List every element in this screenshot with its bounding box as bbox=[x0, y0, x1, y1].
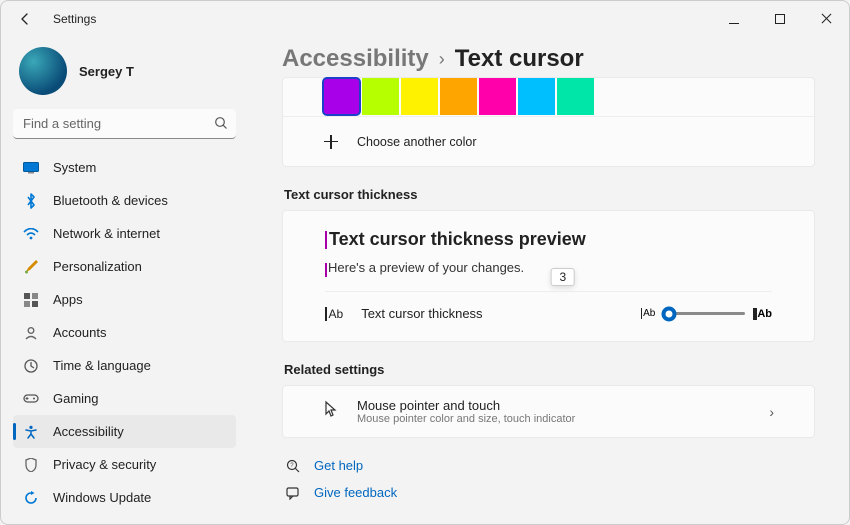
sidebar-item-label: Network & internet bbox=[53, 226, 160, 241]
color-swatch-yellow[interactable] bbox=[401, 78, 438, 115]
thickness-slider-row: Ab Text cursor thickness Ab Ab 3 bbox=[325, 291, 772, 337]
thickness-slider[interactable] bbox=[663, 312, 745, 315]
svg-text:?: ? bbox=[290, 463, 294, 469]
user-name: Sergey T bbox=[79, 64, 134, 79]
sidebar-item-personalization[interactable]: Personalization bbox=[13, 250, 236, 283]
sidebar-item-label: Accounts bbox=[53, 325, 106, 340]
sidebar-item-label: Gaming bbox=[53, 391, 99, 406]
sidebar-item-label: Bluetooth & devices bbox=[53, 193, 168, 208]
thickness-card: Text cursor thickness preview Here's a p… bbox=[282, 210, 815, 342]
text-cursor-icon bbox=[325, 263, 327, 277]
slider-thumb[interactable] bbox=[662, 306, 677, 321]
give-feedback-link[interactable]: Give feedback bbox=[282, 479, 815, 506]
sidebar-item-privacy[interactable]: Privacy & security bbox=[13, 448, 236, 481]
apps-icon bbox=[23, 292, 39, 308]
sidebar-item-time[interactable]: Time & language bbox=[13, 349, 236, 382]
slider-label: Text cursor thickness bbox=[361, 306, 482, 321]
nav-list: System Bluetooth & devices Network & int… bbox=[13, 151, 236, 512]
sidebar-item-label: Privacy & security bbox=[53, 457, 156, 472]
color-swatch-purple[interactable] bbox=[323, 78, 360, 115]
sidebar-item-network[interactable]: Network & internet bbox=[13, 217, 236, 250]
plus-icon bbox=[323, 134, 339, 150]
preview-heading: Text cursor thickness preview bbox=[325, 229, 772, 250]
get-help-link[interactable]: ? Get help bbox=[282, 452, 815, 479]
title-bar: Settings bbox=[1, 1, 849, 37]
page-title: Text cursor bbox=[455, 45, 584, 73]
sidebar-item-label: Personalization bbox=[53, 259, 142, 274]
give-feedback-label: Give feedback bbox=[314, 485, 397, 500]
color-swatch-lime[interactable] bbox=[362, 78, 399, 115]
sidebar-item-gaming[interactable]: Gaming bbox=[13, 382, 236, 415]
sidebar-item-bluetooth[interactable]: Bluetooth & devices bbox=[13, 184, 236, 217]
back-button[interactable] bbox=[11, 5, 39, 33]
maximize-button[interactable] bbox=[757, 1, 803, 37]
search-input[interactable] bbox=[13, 109, 236, 139]
section-thickness-label: Text cursor thickness bbox=[284, 187, 815, 202]
color-swatch-row bbox=[283, 78, 814, 116]
color-swatch-magenta[interactable] bbox=[479, 78, 516, 115]
chevron-right-icon: › bbox=[769, 404, 774, 420]
related-title: Mouse pointer and touch bbox=[357, 398, 575, 413]
color-picker-card: Choose another color bbox=[282, 77, 815, 167]
avatar bbox=[19, 47, 67, 95]
shield-icon bbox=[23, 457, 39, 473]
color-swatch-orange[interactable] bbox=[440, 78, 477, 115]
mouse-pointer-link[interactable]: Mouse pointer and touch Mouse pointer co… bbox=[282, 385, 815, 438]
sidebar: Sergey T System Bluetooth & devices Netw… bbox=[1, 37, 248, 524]
search-icon bbox=[214, 116, 228, 133]
mouse-pointer-icon bbox=[323, 400, 341, 423]
sidebar-item-update[interactable]: Windows Update bbox=[13, 481, 236, 512]
slider-max-icon: Ab bbox=[753, 308, 772, 320]
color-swatch-cyan[interactable] bbox=[518, 78, 555, 115]
wifi-icon bbox=[23, 226, 39, 242]
window-title: Settings bbox=[53, 12, 96, 26]
clock-icon bbox=[23, 358, 39, 374]
sidebar-item-accounts[interactable]: Accounts bbox=[13, 316, 236, 349]
preview-body: Here's a preview of your changes. bbox=[325, 260, 772, 275]
sidebar-item-apps[interactable]: Apps bbox=[13, 283, 236, 316]
sidebar-item-system[interactable]: System bbox=[13, 151, 236, 184]
breadcrumb-parent[interactable]: Accessibility bbox=[282, 45, 429, 73]
close-button[interactable] bbox=[803, 1, 849, 37]
display-icon bbox=[23, 160, 39, 176]
slider-tooltip: 3 bbox=[550, 268, 575, 286]
sidebar-item-accessibility[interactable]: Accessibility bbox=[13, 415, 236, 448]
gamepad-icon bbox=[23, 391, 39, 407]
text-cursor-ab-icon: Ab bbox=[325, 307, 343, 321]
minimize-button[interactable] bbox=[711, 1, 757, 37]
breadcrumb: Accessibility › Text cursor bbox=[282, 37, 815, 77]
chevron-right-icon: › bbox=[439, 49, 445, 70]
sidebar-item-label: Accessibility bbox=[53, 424, 124, 439]
sync-icon bbox=[23, 490, 39, 506]
user-block[interactable]: Sergey T bbox=[13, 41, 236, 109]
color-swatch-teal[interactable] bbox=[557, 78, 594, 115]
get-help-label: Get help bbox=[314, 458, 363, 473]
sidebar-item-label: System bbox=[53, 160, 96, 175]
content-area: Accessibility › Text cursor Choose anoth… bbox=[248, 37, 849, 524]
choose-another-color-button[interactable]: Choose another color bbox=[283, 116, 814, 166]
section-related-label: Related settings bbox=[284, 362, 815, 377]
paintbrush-icon bbox=[23, 259, 39, 275]
related-subtitle: Mouse pointer color and size, touch indi… bbox=[357, 413, 575, 425]
accessibility-icon bbox=[23, 424, 39, 440]
choose-color-label: Choose another color bbox=[357, 135, 477, 149]
sidebar-item-label: Time & language bbox=[53, 358, 151, 373]
help-icon: ? bbox=[286, 459, 302, 473]
bluetooth-icon bbox=[23, 193, 39, 209]
sidebar-item-label: Windows Update bbox=[53, 490, 151, 505]
slider-min-icon: Ab bbox=[641, 308, 656, 319]
text-cursor-icon bbox=[325, 231, 327, 249]
sidebar-item-label: Apps bbox=[53, 292, 83, 307]
feedback-icon bbox=[286, 486, 302, 500]
person-icon bbox=[23, 325, 39, 341]
